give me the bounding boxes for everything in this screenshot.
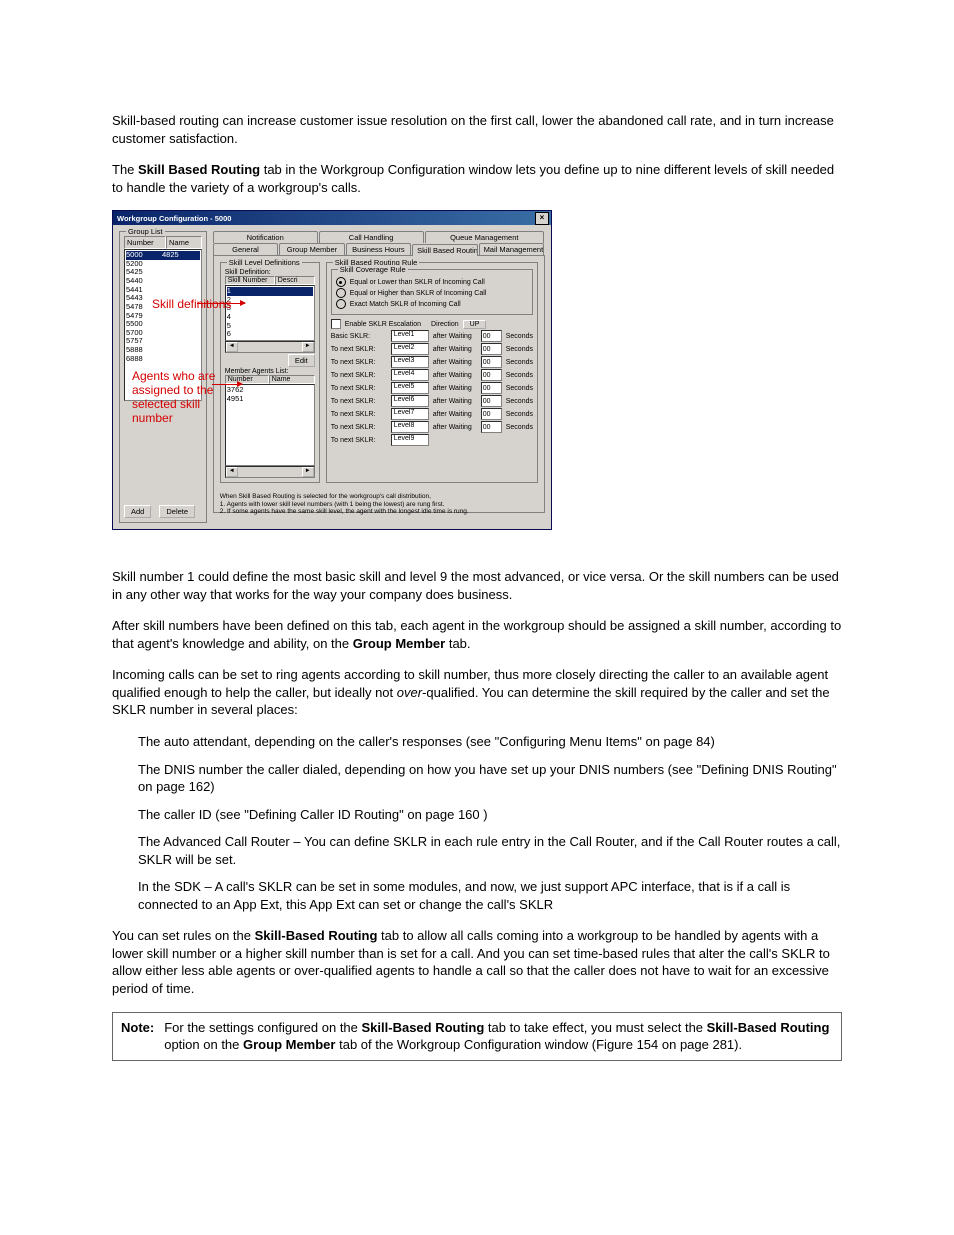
window-titlebar: Workgroup Configuration - 5000 × bbox=[113, 211, 551, 225]
sklr-row: To next SKLR:Level4after Waiting00Second… bbox=[331, 369, 533, 381]
list-item: In the SDK – A call's SKLR can be set in… bbox=[138, 878, 842, 913]
radio-equal-lower[interactable]: Equal or Lower than SKLR of Incoming Cal… bbox=[336, 277, 528, 287]
footnote: When Skill Based Routing is selected for… bbox=[220, 493, 538, 515]
direction-button[interactable]: UP bbox=[463, 320, 487, 329]
level-field[interactable]: Level9 bbox=[391, 434, 429, 446]
note-box: Note: For the settings configured on the… bbox=[112, 1012, 842, 1061]
sklr-row: To next SKLR:Level9 bbox=[331, 434, 533, 446]
list-item[interactable]: 6 bbox=[227, 330, 313, 339]
list-item[interactable]: 6888 bbox=[126, 355, 200, 364]
seconds-spinner[interactable]: 00 bbox=[481, 356, 502, 368]
skill-definition-list[interactable]: 1 2 3 4 5 6 bbox=[225, 285, 315, 341]
list-item: The DNIS number the caller dialed, depen… bbox=[138, 761, 842, 796]
list-item: The auto attendant, depending on the cal… bbox=[138, 733, 842, 751]
scrollbar[interactable]: ◄► bbox=[225, 341, 315, 353]
sklr-row: To next SKLR:Level8after Waiting00Second… bbox=[331, 421, 533, 433]
enable-escalation-checkbox[interactable] bbox=[331, 319, 341, 329]
paragraph: You can set rules on the Skill-Based Rou… bbox=[112, 927, 842, 997]
seconds-spinner[interactable]: 00 bbox=[481, 408, 502, 420]
skill-level-definitions-group: Skill Level Definitions Skill Definition… bbox=[220, 262, 320, 483]
list-item[interactable]: 1 bbox=[227, 287, 313, 296]
close-icon[interactable]: × bbox=[535, 212, 549, 225]
tab-group-member[interactable]: Group Member bbox=[279, 243, 344, 255]
seconds-spinner[interactable]: 00 bbox=[481, 421, 502, 433]
list-item: The Advanced Call Router – You can defin… bbox=[138, 833, 842, 868]
skill-coverage-rule-group: Skill Coverage Rule Equal or Lower than … bbox=[331, 269, 533, 315]
paragraph: After skill numbers have been defined on… bbox=[112, 617, 842, 652]
edit-button[interactable]: Edit bbox=[288, 354, 315, 367]
list-item: The caller ID (see "Defining Caller ID R… bbox=[138, 806, 842, 824]
level-field[interactable]: Level2 bbox=[391, 343, 429, 355]
paragraph: The Skill Based Routing tab in the Workg… bbox=[112, 161, 842, 196]
member-agents-list[interactable]: 3762 4951 bbox=[225, 384, 315, 466]
bullet-list: The auto attendant, depending on the cal… bbox=[112, 733, 842, 913]
level-field[interactable]: Level6 bbox=[391, 395, 429, 407]
sklr-row: To next SKLR:Level7after Waiting00Second… bbox=[331, 408, 533, 420]
tab-business-hours[interactable]: Business Hours bbox=[346, 243, 411, 255]
seconds-spinner[interactable]: 00 bbox=[481, 382, 502, 394]
sklr-row: To next SKLR:Level5after Waiting00Second… bbox=[331, 382, 533, 394]
group-list-header: Number Name bbox=[124, 236, 202, 249]
add-button[interactable]: Add bbox=[124, 505, 151, 518]
annotation-skill-definitions: Skill definitions bbox=[152, 298, 231, 312]
level-field[interactable]: Level4 bbox=[391, 369, 429, 381]
screenshot: Skill definitions Agents who are assigne… bbox=[112, 210, 550, 528]
skill-definition-label: Skill Definition: bbox=[225, 269, 315, 276]
level-field[interactable]: Level5 bbox=[391, 382, 429, 394]
delete-button[interactable]: Delete bbox=[159, 505, 195, 518]
radio-equal-higher[interactable]: Equal or Higher than SKLR of Incoming Ca… bbox=[336, 288, 528, 298]
list-item[interactable]: 4951 bbox=[227, 395, 313, 404]
tab-mail-management[interactable]: Mail Management bbox=[479, 243, 544, 255]
paragraph: Incoming calls can be set to ring agents… bbox=[112, 666, 842, 719]
skill-based-routing-rule-group: Skill Based Routing Rule Skill Coverage … bbox=[326, 262, 538, 483]
scrollbar[interactable]: ◄► bbox=[225, 466, 315, 478]
seconds-spinner[interactable]: 00 bbox=[481, 369, 502, 381]
tab-skill-based-routing[interactable]: Skill Based Routing bbox=[412, 244, 477, 256]
level-field[interactable]: Level3 bbox=[391, 356, 429, 368]
tab-general[interactable]: General bbox=[213, 243, 278, 255]
sklr-row: To next SKLR:Level2after Waiting00Second… bbox=[331, 343, 533, 355]
tab-call-handling[interactable]: Call Handling bbox=[319, 231, 424, 243]
annotation-agents-assigned: Agents who are assigned to the selected … bbox=[132, 370, 228, 425]
member-agents-label: Member Agents List: bbox=[225, 368, 315, 375]
seconds-spinner[interactable]: 00 bbox=[481, 343, 502, 355]
level-field[interactable]: Level1 bbox=[391, 330, 429, 342]
paragraph: Skill number 1 could define the most bas… bbox=[112, 568, 842, 603]
paragraph: Skill-based routing can increase custome… bbox=[112, 112, 842, 147]
sklr-row: To next SKLR:Level6after Waiting00Second… bbox=[331, 395, 533, 407]
list-item[interactable]: 5 bbox=[227, 322, 313, 331]
tab-notification[interactable]: Notification bbox=[213, 231, 318, 243]
seconds-spinner[interactable]: 00 bbox=[481, 395, 502, 407]
window-title: Workgroup Configuration - 5000 bbox=[117, 214, 535, 223]
level-field[interactable]: Level8 bbox=[391, 421, 429, 433]
note-label: Note: bbox=[121, 1019, 154, 1054]
sklr-row: Basic SKLR: Level1 after Waiting 00 Seco… bbox=[331, 330, 533, 342]
level-field[interactable]: Level7 bbox=[391, 408, 429, 420]
sklr-row: To next SKLR:Level3after Waiting00Second… bbox=[331, 356, 533, 368]
radio-exact-match[interactable]: Exact Match SKLR of Incoming Call bbox=[336, 299, 528, 309]
list-item[interactable]: 4 bbox=[227, 313, 313, 322]
seconds-spinner[interactable]: 00 bbox=[481, 330, 502, 342]
tab-queue-management[interactable]: Queue Management bbox=[425, 231, 544, 243]
